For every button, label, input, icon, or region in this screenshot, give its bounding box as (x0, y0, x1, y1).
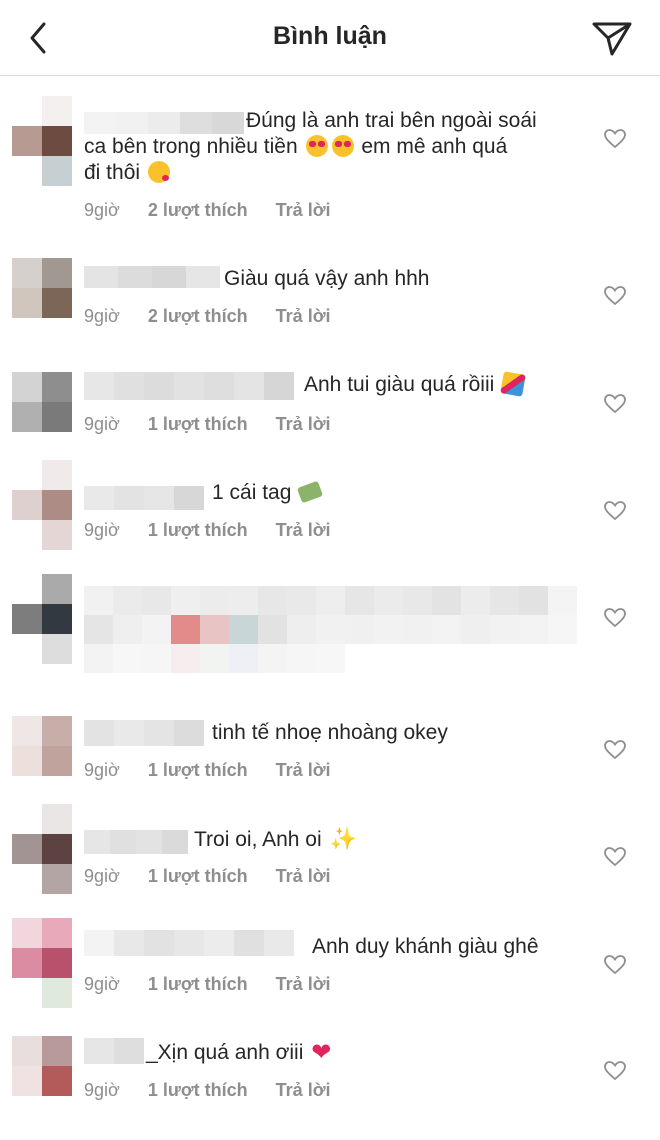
reply-button[interactable]: Trả lời (276, 1080, 331, 1101)
username-blurred[interactable] (84, 930, 294, 956)
page-title: Bình luận (273, 22, 387, 50)
paper-plane-icon[interactable] (590, 18, 634, 58)
avatar[interactable] (12, 574, 72, 664)
avatar[interactable] (12, 716, 72, 776)
comment-item: Đúng là anh trai bên ngoài soái ca bên t… (0, 96, 660, 236)
comment-text: Anh tui giàu quá rồiii (304, 371, 526, 398)
avatar[interactable] (12, 96, 72, 186)
reply-button[interactable]: Trả lời (276, 760, 331, 781)
reply-button[interactable]: Trả lời (276, 866, 331, 887)
comment-text: Giàu quá vậy anh hhh (224, 267, 430, 290)
reply-button[interactable]: Trả lời (276, 974, 331, 995)
comment-item: Anh duy khánh giàu ghê 9giờ 1 lượt thích… (0, 918, 660, 1008)
avatar[interactable] (12, 918, 72, 1008)
red-heart-emoji-icon: ❤ (311, 1039, 332, 1066)
heart-icon[interactable] (604, 501, 626, 521)
comment-item: Anh tui giàu quá rồiii 9giờ 1 lượt thích… (0, 371, 660, 462)
username-blurred[interactable] (84, 266, 220, 288)
comment-time: 9giờ (84, 306, 120, 326)
heart-icon[interactable] (604, 286, 626, 306)
comment-time: 9giờ (84, 414, 120, 434)
like-count[interactable]: 2 lượt thích (148, 200, 248, 221)
comment-text: Anh duy khánh giàu ghê (312, 935, 539, 958)
reply-button[interactable]: Trả lời (276, 200, 331, 221)
reply-button[interactable]: Trả lời (276, 520, 331, 541)
heart-icon[interactable] (604, 847, 626, 867)
comment-text-blurred (84, 586, 577, 673)
username-blurred[interactable] (84, 112, 244, 134)
comment-item: _Xịn quá anh ơiii ❤ 9giờ 1 lượt thích Tr… (0, 1036, 660, 1132)
username-blurred[interactable] (84, 372, 294, 400)
comment-text: _Xịn quá anh ơiii ❤ (146, 1039, 332, 1066)
comment-text: Troi oi, Anh oi ✨ (194, 826, 357, 851)
heart-icon[interactable] (604, 740, 626, 760)
like-count[interactable]: 1 lượt thích (148, 1080, 248, 1101)
comment-text: Đúng là anh trai bên ngoài soái (246, 109, 537, 132)
top-bar: Bình luận (0, 0, 660, 76)
comment-item: Troi oi, Anh oi ✨ 9giờ 1 lượt thích Trả … (0, 804, 660, 904)
comment-text: tinh tế nhoẹ nhoàng okey (212, 721, 448, 744)
reply-button[interactable]: Trả lời (276, 414, 331, 435)
comment-time: 9giờ (84, 1080, 120, 1100)
username-blurred[interactable] (84, 486, 204, 510)
party-popper-emoji-icon (500, 371, 526, 397)
comment-text: đi thôi (84, 160, 172, 186)
avatar[interactable] (12, 372, 72, 432)
heart-eyes-emoji-icon (331, 135, 354, 157)
heart-icon[interactable] (604, 608, 626, 628)
heart-icon[interactable] (604, 955, 626, 975)
like-count[interactable]: 1 lượt thích (148, 520, 248, 541)
comment-time: 9giờ (84, 200, 120, 220)
like-count[interactable]: 1 lượt thích (148, 866, 248, 887)
avatar[interactable] (12, 258, 72, 318)
heart-icon[interactable] (604, 129, 626, 149)
comment-time: 9giờ (84, 520, 120, 540)
reply-button[interactable]: Trả lời (276, 306, 331, 327)
username-blurred[interactable] (84, 830, 188, 854)
comment-text: ca bên trong nhiều tiền em mê anh quá (84, 135, 508, 158)
comment-time: 9giờ (84, 974, 120, 994)
avatar[interactable] (12, 1036, 72, 1096)
username-blurred[interactable] (84, 1038, 144, 1064)
comment-text: 1 cái tag (212, 480, 324, 506)
sparkles-emoji-icon: ✨ (329, 826, 357, 851)
comment-item (0, 574, 660, 694)
heart-eyes-emoji-icon (305, 135, 328, 157)
comment-item: 1 cái tag 9giờ 1 lượt thích Trả lời (0, 460, 660, 560)
comment-time: 9giờ (84, 760, 120, 780)
like-count[interactable]: 1 lượt thích (148, 974, 248, 995)
comment-item: tinh tế nhoẹ nhoàng okey 9giờ 1 lượt thí… (0, 716, 660, 816)
heart-icon[interactable] (604, 394, 626, 414)
avatar[interactable] (12, 460, 72, 550)
username-blurred[interactable] (84, 720, 204, 746)
comment-time: 9giờ (84, 866, 120, 886)
avatar[interactable] (12, 804, 72, 894)
comment-item: Giàu quá vậy anh hhh 9giờ 2 lượt thích T… (0, 258, 660, 348)
like-count[interactable]: 1 lượt thích (148, 760, 248, 781)
like-count[interactable]: 2 lượt thích (148, 306, 248, 327)
like-count[interactable]: 1 lượt thích (148, 414, 248, 435)
kissing-face-emoji-icon (147, 161, 170, 183)
money-wings-emoji-icon (297, 480, 324, 504)
heart-icon[interactable] (604, 1061, 626, 1081)
